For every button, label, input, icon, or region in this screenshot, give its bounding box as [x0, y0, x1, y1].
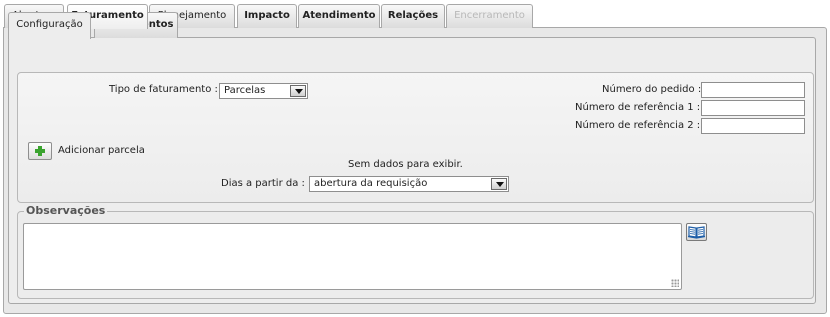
numero-pedido-input[interactable] — [701, 82, 805, 98]
observacoes-legend: Observações — [24, 204, 108, 217]
dias-label: Dias a partir da : — [221, 178, 305, 189]
add-parcela-button[interactable] — [28, 142, 52, 160]
observacoes-textarea[interactable] — [23, 223, 682, 290]
ref2-label: Número de referência 2 : — [575, 120, 701, 131]
chevron-down-icon[interactable] — [290, 85, 306, 97]
dias-select[interactable]: abertura da requisição — [309, 176, 509, 192]
ref2-input[interactable] — [701, 118, 805, 134]
tipo-faturamento-label: Tipo de faturamento : — [109, 84, 218, 95]
tab-impacto[interactable]: Impacto — [237, 4, 297, 28]
book-button[interactable] — [686, 223, 707, 241]
numero-pedido-label: Número do pedido : — [602, 84, 702, 95]
tab-atendimento[interactable]: Atendimento — [298, 4, 380, 28]
tipo-faturamento-value: Parcelas — [224, 85, 266, 96]
chevron-down-icon[interactable] — [491, 178, 507, 190]
empty-message: Sem dados para exibir. — [348, 159, 463, 170]
tab-encerramento: Encerramento — [446, 4, 533, 28]
ref1-label: Número de referência 1 : — [575, 102, 701, 113]
ref1-input[interactable] — [701, 100, 805, 116]
subtab-configuracao[interactable]: Configuração — [8, 12, 91, 39]
book-icon — [687, 226, 706, 239]
tab-relacoes[interactable]: Relações — [381, 4, 445, 28]
add-parcela-label[interactable]: Adicionar parcela — [58, 145, 145, 156]
tipo-faturamento-select[interactable]: Parcelas — [219, 83, 308, 99]
resize-grip-icon[interactable] — [671, 279, 679, 287]
dias-value: abertura da requisição — [314, 178, 428, 189]
